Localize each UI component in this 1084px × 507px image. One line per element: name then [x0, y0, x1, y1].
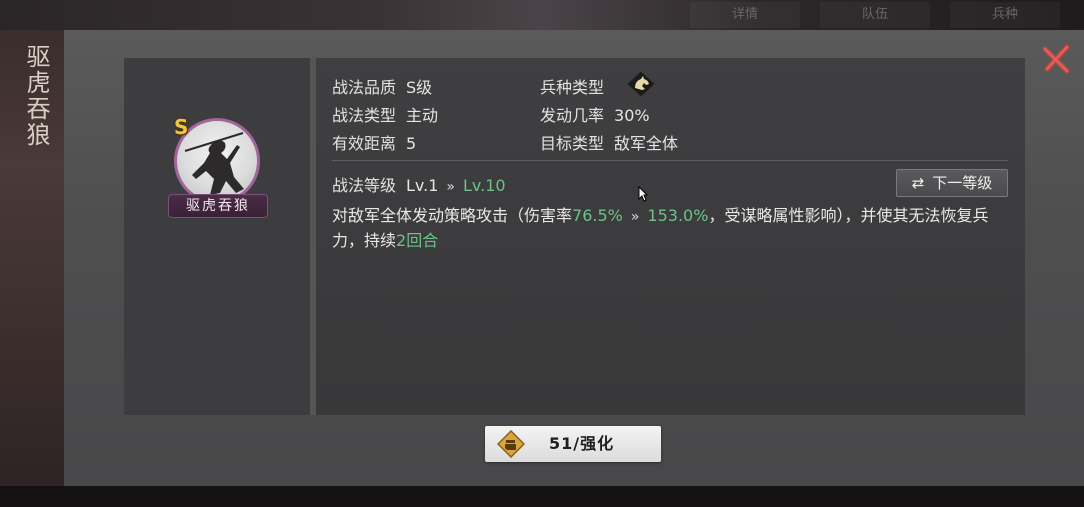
mouse-cursor-icon	[638, 186, 648, 202]
skill-detail-panel: 驱虎吞狼 S 驱虎吞狼 战法品质 S级 兵种类型 战法类型 主动 发动几率 30…	[0, 30, 1084, 486]
skill-info-box: S 驱虎吞狼 战法品质 S级 兵种类型 战法类型 主动 发动几率 30% 有效距…	[124, 58, 1025, 415]
skill-description: 对敌军全体发动策略攻击（伤害率76.5%» 153.0%，受谋略属性影响），并使其…	[332, 204, 1012, 252]
skill-level-row: 战法等级 Lv.1 » Lv.10	[332, 172, 506, 196]
desc-dmg-to: 153.0%	[647, 206, 709, 225]
close-icon[interactable]	[1040, 42, 1074, 76]
level-current: Lv.1	[406, 176, 439, 195]
attr-range: 有效距离 5	[332, 130, 416, 154]
desc-turns: 2回合	[396, 231, 439, 250]
section-divider	[332, 160, 1008, 161]
attr-value: 敌军全体	[614, 134, 679, 153]
desc-text: 对敌军全体发动策略攻击（伤害率	[332, 206, 573, 225]
horse-head-icon	[626, 70, 656, 98]
desc-arrow: »	[630, 209, 640, 225]
top-tab-1[interactable]: 详情	[690, 2, 800, 28]
attr-label: 有效距离	[332, 134, 397, 153]
upgrade-button[interactable]: 51/强化	[485, 426, 661, 462]
fist-icon	[497, 430, 525, 458]
top-tab-2[interactable]: 队伍	[820, 2, 930, 28]
attr-label: 发动几率	[540, 106, 605, 125]
background-bottom-strip	[0, 486, 1084, 507]
grade-badge: S	[174, 115, 189, 139]
details-column: 战法品质 S级 兵种类型 战法类型 主动 发动几率 30% 有效距离 5 目标类型 敌军全…	[316, 58, 1025, 415]
attr-target: 目标类型 敌军全体	[540, 130, 678, 154]
attr-label: 兵种类型	[540, 78, 605, 97]
skill-name-plate: 驱虎吞狼	[168, 194, 268, 218]
attr-trigger-rate: 发动几率 30%	[540, 102, 650, 126]
next-level-button[interactable]: ⇄ 下一等级	[896, 169, 1008, 197]
skill-title: 驱虎吞狼	[22, 44, 50, 148]
desc-dmg-from: 76.5%	[572, 206, 623, 225]
attr-troop-type: 兵种类型	[540, 70, 656, 98]
level-arrow: »	[446, 179, 455, 195]
attr-label: 战法类型	[332, 106, 397, 125]
level-max: Lv.10	[463, 176, 506, 195]
top-tab-3[interactable]: 兵种	[950, 2, 1060, 28]
attr-skill-type: 战法类型 主动	[332, 102, 438, 126]
attr-value: 主动	[406, 106, 439, 125]
attr-label: 战法品质	[332, 78, 397, 97]
attr-value: 5	[406, 134, 417, 153]
swap-arrows-icon: ⇄	[911, 174, 925, 192]
portrait-column: S 驱虎吞狼	[124, 58, 310, 415]
next-level-label: 下一等级	[932, 174, 993, 192]
background-top-strip: 详情 队伍 兵种	[0, 0, 1084, 30]
attr-value: 30%	[614, 106, 650, 125]
attr-label: 目标类型	[540, 134, 605, 153]
warrior-silhouette-icon	[184, 132, 244, 195]
attr-value: S级	[406, 78, 433, 97]
level-label: 战法等级	[332, 176, 397, 195]
title-strip: 驱虎吞狼	[0, 30, 64, 486]
upgrade-label: 51/强化	[549, 434, 615, 453]
attr-quality: 战法品质 S级	[332, 74, 432, 98]
